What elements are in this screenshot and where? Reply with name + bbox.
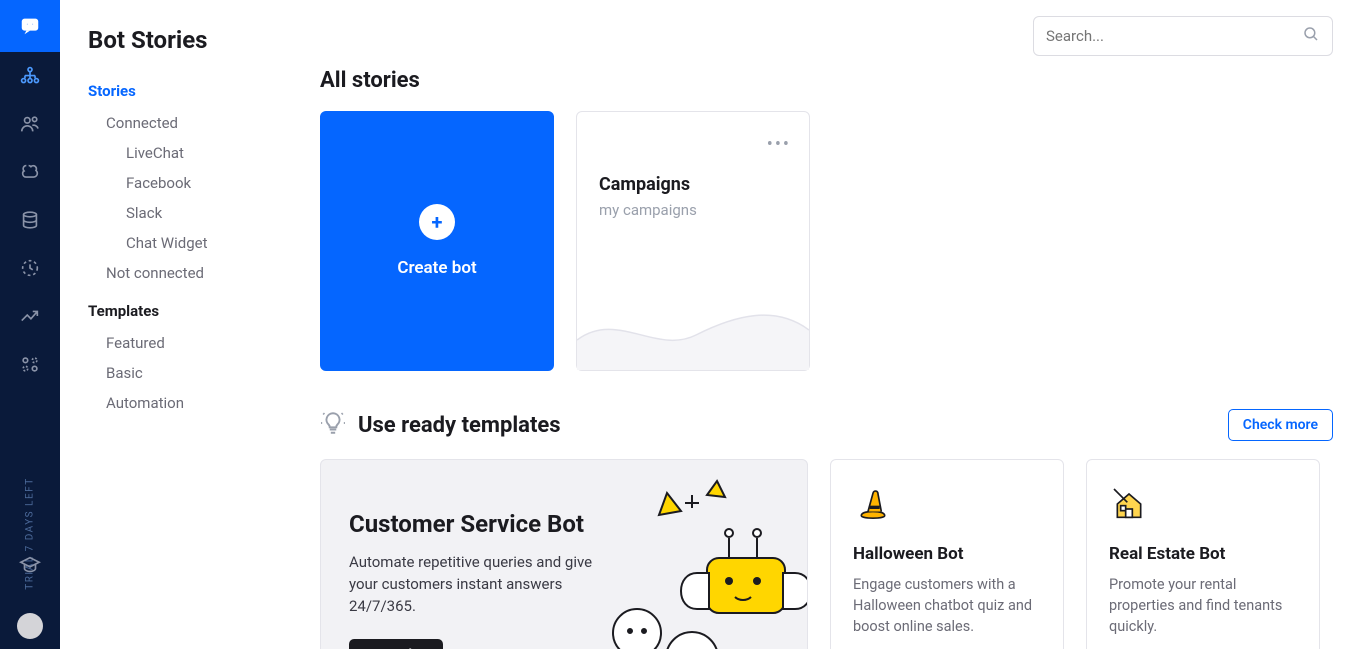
- nav-brain-icon[interactable]: [0, 148, 60, 196]
- side-item-chatwidget[interactable]: Chat Widget: [88, 228, 292, 258]
- story-card-subtitle: my campaigns: [599, 201, 809, 219]
- import-bot-button[interactable]: Import bot: [349, 639, 443, 649]
- template-featured-desc: Automate repetitive queries and give you…: [349, 552, 607, 617]
- side-item-basic[interactable]: Basic: [88, 358, 292, 388]
- side-group-templates[interactable]: Templates: [88, 302, 292, 320]
- side-item-automation[interactable]: Automation: [88, 388, 292, 418]
- search-icon: [1302, 25, 1320, 47]
- check-more-button[interactable]: Check more: [1228, 409, 1333, 441]
- story-card-title: Campaigns: [599, 174, 809, 195]
- nav-trend-icon[interactable]: [0, 292, 60, 340]
- section-templates: Use ready templates: [358, 413, 561, 438]
- brand-logo-icon[interactable]: [0, 0, 60, 52]
- template-featured-card[interactable]: Customer Service Bot Automate repetitive…: [320, 459, 808, 649]
- section-all-stories: All stories: [320, 68, 1333, 93]
- page-title: Bot Stories: [88, 26, 292, 54]
- template-card-title: Real Estate Bot: [1109, 544, 1297, 564]
- nav-database-icon[interactable]: [0, 196, 60, 244]
- template-card-desc: Promote your rental properties and find …: [1109, 574, 1297, 637]
- card-wave-decor: [577, 300, 809, 370]
- side-item-livechat[interactable]: LiveChat: [88, 138, 292, 168]
- story-card-campaigns[interactable]: ••• Campaigns my campaigns: [576, 111, 810, 371]
- template-card-halloween[interactable]: Halloween Bot Engage customers with a Ha…: [830, 459, 1064, 649]
- search-box[interactable]: [1033, 16, 1333, 56]
- side-group-stories[interactable]: Stories: [88, 82, 292, 100]
- nav-integrations-icon[interactable]: [0, 340, 60, 388]
- user-avatar[interactable]: [17, 613, 43, 639]
- nav-academy-icon[interactable]: [0, 541, 60, 589]
- create-bot-label: Create bot: [397, 258, 476, 278]
- template-card-title: Halloween Bot: [853, 544, 1041, 564]
- lightbulb-icon: [320, 410, 346, 440]
- template-card-desc: Engage customers with a Halloween chatbo…: [853, 574, 1041, 637]
- side-panel: Bot Stories Stories Connected LiveChat F…: [60, 0, 320, 649]
- house-icon: [1109, 484, 1149, 524]
- robot-illustration: [597, 473, 808, 649]
- create-bot-card[interactable]: + Create bot: [320, 111, 554, 371]
- side-item-facebook[interactable]: Facebook: [88, 168, 292, 198]
- nav-clock-icon[interactable]: [0, 244, 60, 292]
- side-item-slack[interactable]: Slack: [88, 198, 292, 228]
- template-card-realestate[interactable]: Real Estate Bot Promote your rental prop…: [1086, 459, 1320, 649]
- search-input[interactable]: [1046, 27, 1302, 45]
- nav-stories-icon[interactable]: [0, 52, 60, 100]
- nav-rail: TRIAL 7 DAYS LEFT: [0, 0, 60, 649]
- card-menu-icon[interactable]: •••: [767, 134, 791, 155]
- template-featured-title: Customer Service Bot: [349, 510, 607, 538]
- side-item-notconnected[interactable]: Not connected: [88, 258, 292, 288]
- nav-people-icon[interactable]: [0, 100, 60, 148]
- main-content: All stories + Create bot ••• Campaigns m…: [320, 0, 1351, 649]
- plus-icon: +: [419, 204, 455, 240]
- side-item-featured[interactable]: Featured: [88, 328, 292, 358]
- side-item-connected[interactable]: Connected: [88, 108, 292, 138]
- witch-hat-icon: [853, 484, 893, 524]
